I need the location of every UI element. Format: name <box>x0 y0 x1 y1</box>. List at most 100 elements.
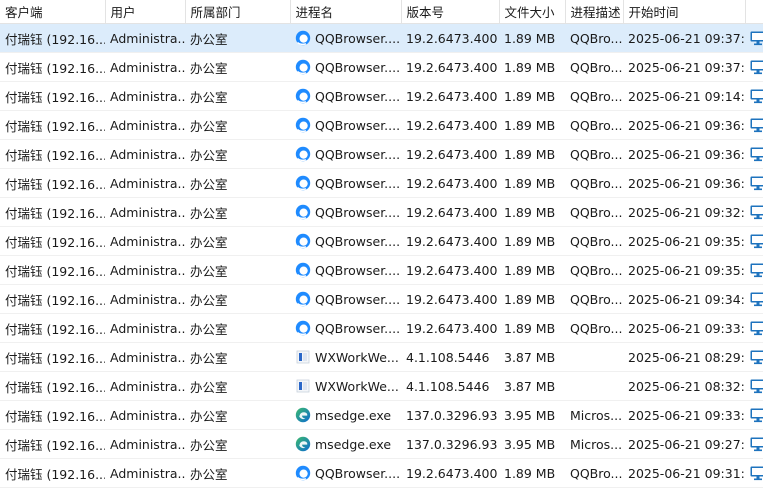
table-row[interactable]: 付瑞钰 (192.16...Administra...办公室QQBrowser.… <box>0 198 763 227</box>
column-header-process-desc[interactable]: 进程描述 <box>565 0 623 24</box>
table-row[interactable]: 付瑞钰 (192.16...Administra...办公室QQBrowser.… <box>0 53 763 82</box>
qqbrowser-icon <box>295 175 315 191</box>
cell-version: 19.2.6473.400 <box>401 285 499 314</box>
cell-process-desc: QQBro... <box>565 111 623 140</box>
cell-version: 19.2.6473.400 <box>401 24 499 53</box>
cell-process-desc <box>565 343 623 372</box>
remote-screen-icon[interactable] <box>745 401 763 430</box>
cell-process-desc: QQBro... <box>565 169 623 198</box>
table-row[interactable]: 付瑞钰 (192.16...Administra...办公室QQBrowser.… <box>0 140 763 169</box>
remote-screen-icon[interactable] <box>745 82 763 111</box>
cell-user: Administra... <box>105 82 185 111</box>
table-row[interactable]: 付瑞钰 (192.16...Administra...办公室QQBrowser.… <box>0 256 763 285</box>
cell-version: 4.1.108.5446 <box>401 372 499 401</box>
cell-client: 付瑞钰 (192.16... <box>0 372 105 401</box>
column-header-client[interactable]: 客户端 <box>0 0 105 24</box>
cell-version: 19.2.6473.400 <box>401 111 499 140</box>
cell-version: 137.0.3296.93 <box>401 401 499 430</box>
cell-process-desc: QQBro... <box>565 459 623 488</box>
column-header-extra <box>745 0 763 24</box>
cell-start-time: 2025-06-21 09:37:43 <box>623 53 745 82</box>
remote-screen-icon[interactable] <box>745 285 763 314</box>
remote-screen-icon[interactable] <box>745 459 763 488</box>
table-row[interactable]: 付瑞钰 (192.16...Administra...办公室QQBrowser.… <box>0 169 763 198</box>
column-header-file-size[interactable]: 文件大小 <box>499 0 565 24</box>
cell-department: 办公室 <box>185 256 290 285</box>
qqbrowser-icon <box>295 30 315 46</box>
remote-screen-icon[interactable] <box>745 169 763 198</box>
cell-process-desc: QQBro... <box>565 82 623 111</box>
table-row[interactable]: 付瑞钰 (192.16...Administra...办公室QQBrowser.… <box>0 111 763 140</box>
remote-screen-icon[interactable] <box>745 256 763 285</box>
cell-start-time: 2025-06-21 08:29:47 <box>623 343 745 372</box>
qqbrowser-icon <box>295 117 315 133</box>
column-header-user[interactable]: 用户 <box>105 0 185 24</box>
cell-client: 付瑞钰 (192.16... <box>0 430 105 459</box>
process-name-text: QQBrowser.... <box>315 234 400 249</box>
table-row[interactable]: 付瑞钰 (192.16...Administra...办公室WXWorkWe..… <box>0 343 763 372</box>
qqbrowser-icon <box>295 233 315 249</box>
process-name-text: QQBrowser.... <box>315 31 400 46</box>
table-row[interactable]: 付瑞钰 (192.16...Administra...办公室QQBrowser.… <box>0 82 763 111</box>
cell-start-time: 2025-06-21 09:35:38 <box>623 227 745 256</box>
table-row[interactable]: 付瑞钰 (192.16...Administra...办公室msedge.exe… <box>0 401 763 430</box>
remote-screen-icon[interactable] <box>745 24 763 53</box>
column-header-process-name[interactable]: 进程名 <box>290 0 401 24</box>
remote-screen-icon[interactable] <box>745 227 763 256</box>
process-name-text: QQBrowser.... <box>315 292 400 307</box>
cell-client: 付瑞钰 (192.16... <box>0 140 105 169</box>
cell-file-size: 3.95 MB <box>499 401 565 430</box>
cell-start-time: 2025-06-21 09:36:55 <box>623 140 745 169</box>
cell-process-name: QQBrowser.... <box>290 53 401 82</box>
cell-version: 19.2.6473.400 <box>401 459 499 488</box>
cell-department: 办公室 <box>185 198 290 227</box>
column-header-version[interactable]: 版本号 <box>401 0 499 24</box>
cell-process-name: QQBrowser.... <box>290 227 401 256</box>
qqbrowser-icon <box>295 320 315 336</box>
cell-start-time: 2025-06-21 09:35:08 <box>623 256 745 285</box>
cell-process-name: QQBrowser.... <box>290 24 401 53</box>
cell-file-size: 1.89 MB <box>499 198 565 227</box>
cell-user: Administra... <box>105 459 185 488</box>
cell-client: 付瑞钰 (192.16... <box>0 82 105 111</box>
table-row[interactable]: 付瑞钰 (192.16...Administra...办公室WXWorkWe..… <box>0 372 763 401</box>
cell-client: 付瑞钰 (192.16... <box>0 227 105 256</box>
cell-version: 19.2.6473.400 <box>401 198 499 227</box>
remote-screen-icon[interactable] <box>745 111 763 140</box>
table-row[interactable]: 付瑞钰 (192.16...Administra...办公室QQBrowser.… <box>0 459 763 488</box>
remote-screen-icon[interactable] <box>745 198 763 227</box>
cell-file-size: 1.89 MB <box>499 314 565 343</box>
remote-screen-icon[interactable] <box>745 430 763 459</box>
cell-process-desc: Micros... <box>565 430 623 459</box>
cell-process-name: WXWorkWe... <box>290 372 401 401</box>
cell-version: 19.2.6473.400 <box>401 169 499 198</box>
remote-screen-icon[interactable] <box>745 343 763 372</box>
column-header-start-time[interactable]: 开始时间 <box>623 0 745 24</box>
process-name-text: QQBrowser.... <box>315 89 400 104</box>
cell-process-name: msedge.exe <box>290 430 401 459</box>
table-row[interactable]: 付瑞钰 (192.16...Administra...办公室QQBrowser.… <box>0 24 763 53</box>
table-body: 付瑞钰 (192.16...Administra...办公室QQBrowser.… <box>0 24 763 488</box>
wxwork-icon <box>295 378 315 394</box>
cell-client: 付瑞钰 (192.16... <box>0 256 105 285</box>
cell-file-size: 1.89 MB <box>499 227 565 256</box>
table-row[interactable]: 付瑞钰 (192.16...Administra...办公室QQBrowser.… <box>0 227 763 256</box>
process-name-text: msedge.exe <box>315 437 391 452</box>
remote-screen-icon[interactable] <box>745 314 763 343</box>
cell-version: 137.0.3296.93 <box>401 430 499 459</box>
cell-department: 办公室 <box>185 314 290 343</box>
cell-process-desc: QQBro... <box>565 53 623 82</box>
table-row[interactable]: 付瑞钰 (192.16...Administra...办公室QQBrowser.… <box>0 285 763 314</box>
remote-screen-icon[interactable] <box>745 53 763 82</box>
remote-screen-icon[interactable] <box>745 140 763 169</box>
cell-client: 付瑞钰 (192.16... <box>0 314 105 343</box>
cell-version: 19.2.6473.400 <box>401 314 499 343</box>
column-header-department[interactable]: 所属部门 <box>185 0 290 24</box>
cell-version: 4.1.108.5446 <box>401 343 499 372</box>
cell-version: 19.2.6473.400 <box>401 256 499 285</box>
remote-screen-icon[interactable] <box>745 372 763 401</box>
table-row[interactable]: 付瑞钰 (192.16...Administra...办公室QQBrowser.… <box>0 314 763 343</box>
table-row[interactable]: 付瑞钰 (192.16...Administra...办公室msedge.exe… <box>0 430 763 459</box>
cell-client: 付瑞钰 (192.16... <box>0 343 105 372</box>
cell-department: 办公室 <box>185 285 290 314</box>
